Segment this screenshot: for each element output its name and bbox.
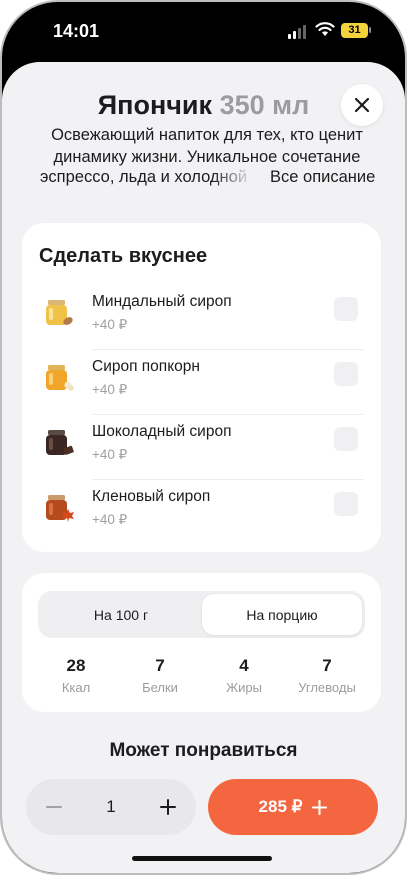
full-description-link[interactable]: Все описание: [270, 168, 375, 187]
status-time: 14:01: [53, 21, 100, 41]
increase-button[interactable]: [140, 779, 196, 835]
add-to-cart-button[interactable]: 285 ₽: [208, 779, 378, 835]
nutrition-value: 28: [66, 656, 86, 675]
add-to-cart-price: 285 ₽: [258, 797, 303, 816]
addon-item[interactable]: Шоколадный сироп +40 ₽: [39, 415, 364, 480]
description-fade: [212, 166, 272, 190]
nutrition-value: 7: [322, 656, 332, 675]
addon-price: +40 ₽: [92, 382, 128, 397]
cellular-signal-icon: [288, 25, 306, 39]
addon-name: Кленовый сироп: [92, 488, 211, 505]
nutrition-label: Белки: [142, 680, 178, 695]
popcorn-syrup-jar-icon: [46, 365, 74, 391]
addon-name: Миндальный сироп: [92, 293, 232, 310]
product-name: Япончик: [97, 90, 213, 120]
wifi-icon: [315, 22, 335, 36]
battery-tip: [369, 27, 371, 33]
addon-name: Сироп попкорн: [92, 358, 200, 375]
addon-item[interactable]: Кленовый сироп +40 ₽: [39, 480, 364, 545]
nutrition-carbs: 7 Углеводы: [286, 656, 368, 695]
plus-icon: [312, 799, 328, 815]
addon-price: +40 ₽: [92, 317, 128, 332]
recommendations-title: Может понравиться: [109, 740, 298, 761]
product-description: Освежающий напиток для тех, кто ценит ди…: [51, 126, 363, 166]
nutrition-calories: 28 Ккал: [35, 656, 117, 695]
quantity-value: 1: [106, 797, 116, 816]
tab-per-portion[interactable]: На порцию: [202, 594, 362, 635]
addons-card: Сделать вкуснее Миндальный сироп +40 ₽ С…: [22, 223, 381, 552]
nutrition-protein: 7 Белки: [119, 656, 201, 695]
minus-icon: [46, 806, 62, 808]
almond-syrup-jar-icon: [46, 300, 73, 325]
nutrition-toggle: На 100 г На порцию: [38, 591, 365, 638]
home-indicator: [132, 856, 272, 861]
nutrition-card: На 100 г На порцию 28 Ккал 7 Белки 4 Жир…: [22, 573, 381, 712]
product-volume: 350 мл: [219, 90, 310, 120]
plus-icon: [160, 799, 176, 815]
nutrition-label: Жиры: [226, 680, 262, 695]
nutrition-value: 4: [239, 656, 249, 675]
addon-item[interactable]: Сироп попкорн +40 ₽: [39, 350, 364, 415]
addon-item[interactable]: Миндальный сироп +40 ₽: [39, 285, 364, 350]
addon-price: +40 ₽: [92, 447, 128, 462]
addon-checkbox[interactable]: [334, 362, 358, 386]
addons-title: Сделать вкуснее: [39, 245, 208, 267]
decrease-button[interactable]: [26, 779, 82, 835]
quantity-stepper: 1: [26, 779, 196, 835]
chocolate-syrup-jar-icon: [46, 430, 74, 455]
addon-checkbox[interactable]: [334, 492, 358, 516]
addon-price: +40 ₽: [92, 512, 128, 527]
addon-checkbox[interactable]: [334, 297, 358, 321]
status-bar: 14:01 31: [2, 2, 405, 64]
phone-frame: 14:01 31 Япончик 350 мл Освежающий напит…: [0, 0, 407, 875]
nutrition-label: Углеводы: [298, 680, 356, 695]
maple-syrup-jar-icon: [46, 495, 74, 522]
addon-checkbox[interactable]: [334, 427, 358, 451]
battery-icon: 31: [341, 23, 368, 38]
nutrition-value: 7: [155, 656, 165, 675]
tab-per-100g[interactable]: На 100 г: [41, 594, 201, 635]
nutrition-label: Ккал: [61, 680, 91, 695]
addon-name: Шоколадный сироп: [92, 423, 232, 440]
nutrition-fat: 4 Жиры: [203, 656, 285, 695]
product-title: Япончик 350 мл: [2, 90, 405, 121]
